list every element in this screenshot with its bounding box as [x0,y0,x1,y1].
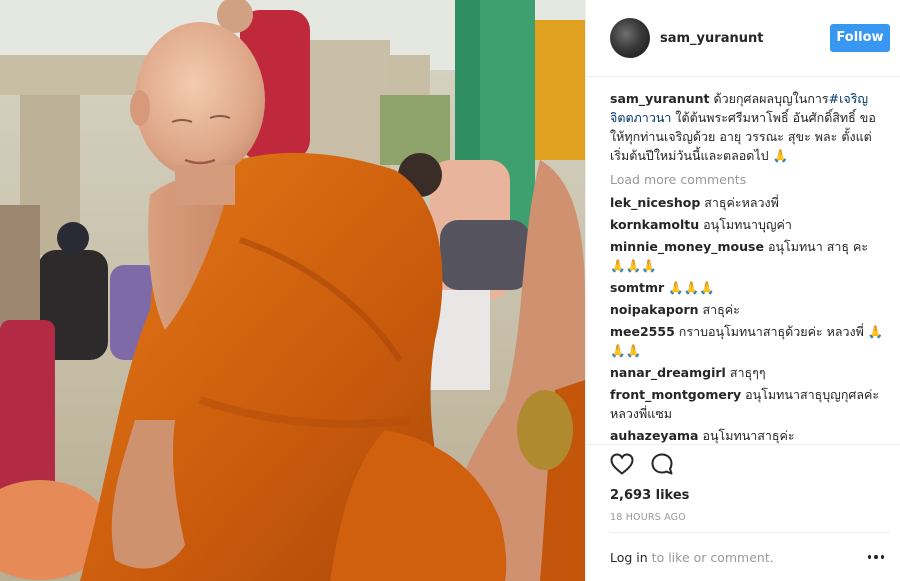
login-link[interactable]: Log in [610,550,648,565]
comments-section: sam_yuranunt ด้วยกุศลผลบุญในการ#เจริญจิตต… [586,77,900,445]
comment-item: mee2555 กราบอนุโมทนาสาธุด้วยค่ะ หลวงพี่ 🙏… [610,322,884,360]
login-prompt: Log in to like or comment. [610,550,862,565]
speech-bubble-icon[interactable] [650,452,674,476]
comment-text: สาธุค่ะหลวงพี่ [704,195,779,210]
post-author-username[interactable]: sam_yuranunt [660,31,830,46]
comment-username[interactable]: kornkamoltu [610,217,699,232]
comment-text: อนุโมทนาบุญค่า [703,217,792,232]
post-timestamp[interactable]: 18 HOURS AGO [586,503,900,523]
follow-button[interactable]: Follow [830,24,890,52]
post-caption: sam_yuranunt ด้วยกุศลผลบุญในการ#เจริญจิตต… [610,89,884,165]
avatar[interactable] [610,18,650,58]
comment-item: lek_niceshop สาธุค่ะหลวงพี่ [610,193,884,212]
comment-item: noipakaporn สาธุค่ะ [610,300,884,319]
comment-username[interactable]: auhazeyama [610,428,698,443]
more-options-icon[interactable] [862,547,890,567]
comment-username[interactable]: lek_niceshop [610,195,700,210]
comment-item: minnie_money_mouse อนุโมทนา สาธุ คะ 🙏🙏🙏 [610,237,884,275]
heart-icon[interactable] [610,452,634,476]
comment-text: สาธุค่ะ [702,302,740,317]
comment-username[interactable]: nanar_dreamgirl [610,365,726,380]
post-header: sam_yuranunt Follow [586,0,900,77]
login-prompt-suffix: to like or comment. [647,549,774,565]
comment-username[interactable]: front_montgomery [610,387,741,402]
comment-text: สาธุๆๆ [729,365,766,380]
comment-item: nanar_dreamgirl สาธุๆๆ [610,363,884,382]
post-sidebar: sam_yuranunt Follow sam_yuranunt ด้วยกุศล… [585,0,900,581]
load-more-comments-link[interactable]: Load more comments [610,170,884,190]
caption-text-before: ด้วยกุศลผลบุญในการ [713,91,829,106]
comment-item: auhazeyama อนุโมทนาสาธุค่ะ [610,426,884,444]
post-footer: Log in to like or comment. [610,532,890,581]
comment-username[interactable]: mee2555 [610,324,675,339]
comment-username[interactable]: somtmr [610,280,664,295]
comment-text: 🙏🙏🙏 [668,280,715,295]
post-actions [586,445,900,483]
comment-text: อนุโมทนาสาธุค่ะ [702,428,795,443]
comment-list: lek_niceshop สาธุค่ะหลวงพี่ kornkamoltu อน… [610,193,884,444]
comment-item: front_montgomery อนุโมทนาสาธุบุญกุศลค่ะ ห… [610,385,884,423]
comment-username[interactable]: noipakaporn [610,302,699,317]
comment-username[interactable]: minnie_money_mouse [610,239,764,254]
post-photo [0,0,585,581]
comment-item: kornkamoltu อนุโมทนาบุญค่า [610,215,884,234]
comment-item: somtmr 🙏🙏🙏 [610,278,884,297]
likes-count[interactable]: 2,693 likes [586,483,900,503]
caption-username[interactable]: sam_yuranunt [610,91,709,106]
